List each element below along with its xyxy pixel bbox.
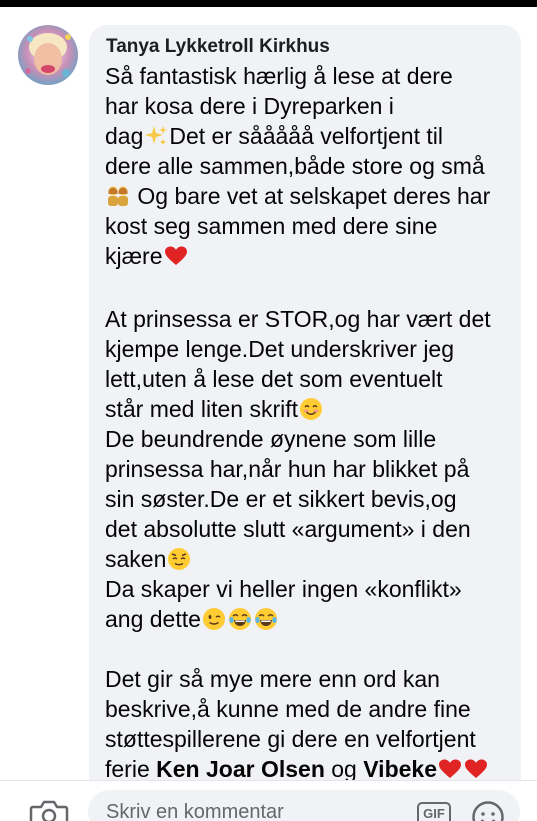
sparkles-emoji-icon bbox=[145, 126, 168, 145]
tears-of-joy-emoji-icon bbox=[254, 608, 277, 630]
comment-text: kjempe lenge.Det underskriver jeg bbox=[105, 336, 455, 362]
comment-text-line: sin søster.De er et sikkert bevis,og bbox=[105, 484, 457, 514]
relieved-face-emoji-icon bbox=[168, 548, 191, 570]
red-heart-emoji-icon bbox=[439, 759, 461, 778]
comment-author[interactable]: Tanya Lykketroll Kirkhus bbox=[106, 36, 330, 58]
comment-text-line: lett,uten å lese det som eventuelt bbox=[105, 364, 443, 394]
winking-face-emoji-icon bbox=[202, 608, 225, 630]
comment-text-line: dag Det er sååååå velfortjent til bbox=[105, 121, 443, 151]
comment-text: Så fantastisk hærlig å lese at dere bbox=[105, 63, 453, 89]
comment-text-line: Så fantastisk hærlig å lese at dere bbox=[105, 61, 453, 91]
avatar-photo bbox=[18, 25, 78, 85]
comment-text-line: Og bare vet at selskapet deres har bbox=[105, 181, 490, 211]
comment-text: sin søster.De er et sikkert bevis,og bbox=[105, 486, 457, 512]
camera-icon[interactable] bbox=[29, 798, 69, 821]
comment-text-line: Det gir så mye mere enn ord kan bbox=[105, 664, 440, 694]
comment-text: Det er sååååå velfortjent til bbox=[169, 123, 443, 149]
comment-text-line: prinsessa har,når hun har blikket på bbox=[105, 454, 469, 484]
gif-button[interactable]: GIF bbox=[417, 802, 451, 821]
comment-text: prinsessa har,når hun har blikket på bbox=[105, 456, 470, 482]
comment-text-line: det absolutte slutt «argument» i den bbox=[105, 514, 471, 544]
mention-link[interactable]: Ken Joar Olsen bbox=[156, 756, 325, 782]
red-heart-emoji-icon bbox=[164, 246, 187, 265]
comment-text-line: beskrive,å kunne med de andre fine bbox=[105, 694, 471, 724]
comment-text: står med liten skrift bbox=[105, 396, 298, 422]
red-heart-emoji-icon bbox=[465, 759, 487, 778]
comment-text: dere alle sammen,både store og små bbox=[105, 153, 485, 179]
comment-text: saken bbox=[105, 546, 167, 572]
comment-text: Det gir så mye mere enn ord kan bbox=[105, 666, 440, 692]
comment-text: og bbox=[324, 756, 364, 782]
comment-text-line: Da skaper vi heller ingen «konflikt» bbox=[105, 574, 462, 604]
smiling-face-emoji-icon bbox=[300, 398, 322, 420]
two-women-emoji-icon bbox=[108, 186, 128, 206]
author-avatar[interactable] bbox=[18, 25, 78, 85]
comment-text: kost seg sammen med dere sine bbox=[105, 213, 438, 239]
comment-text: kjære bbox=[105, 243, 163, 269]
comment-text: Og bare vet at selskapet deres har bbox=[131, 183, 491, 209]
comment-text: De beundrende øynene som lille bbox=[105, 426, 437, 452]
comment-text: ferie bbox=[105, 756, 157, 782]
comment-screen: Tanya Lykketroll Kirkhus Så fantastisk h… bbox=[0, 0, 537, 821]
comment-text: lett,uten å lese det som eventuelt bbox=[105, 366, 443, 392]
comment-text: det absolutte slutt «argument» i den bbox=[105, 516, 471, 542]
status-bar-edge bbox=[0, 0, 537, 7]
comment-text: beskrive,å kunne med de andre fine bbox=[105, 696, 471, 722]
comment-text-line: støttespillerene gi dere en velfortjent bbox=[105, 724, 476, 754]
comment-text-line: dere alle sammen,både store og små bbox=[105, 151, 485, 181]
comment-text: Da skaper vi heller ingen «konflikt» bbox=[105, 576, 462, 602]
comment-text-line: kjempe lenge.Det underskriver jeg bbox=[105, 334, 454, 364]
mention-link[interactable]: Vibeke bbox=[363, 756, 437, 782]
comment-text-line: ang dette bbox=[105, 604, 279, 634]
comment-text-line: kost seg sammen med dere sine bbox=[105, 211, 437, 241]
comment-input[interactable] bbox=[88, 790, 520, 821]
comment-text-line: De beundrende øynene som lille bbox=[105, 424, 436, 454]
comment-text: ang dette bbox=[105, 606, 201, 632]
comment-text-line: har kosa dere i Dyreparken i bbox=[105, 91, 394, 121]
comment-text-line: står med liten skrift bbox=[105, 394, 324, 424]
comment-text: dag bbox=[105, 123, 144, 149]
comment-text-line: saken bbox=[105, 544, 192, 574]
sticker-icon[interactable] bbox=[471, 800, 505, 821]
tears-of-joy-emoji-icon bbox=[228, 608, 251, 630]
comment-text-line: kjære bbox=[105, 241, 189, 271]
comment-text-line: At prinsessa er STOR,og har vært det bbox=[105, 304, 491, 334]
comment-text: støttespillerene gi dere en velfortjent bbox=[105, 726, 476, 752]
comment-text: At prinsessa er STOR,og har vært det bbox=[105, 306, 491, 332]
comment-text: har kosa dere i Dyreparken i bbox=[105, 93, 394, 119]
